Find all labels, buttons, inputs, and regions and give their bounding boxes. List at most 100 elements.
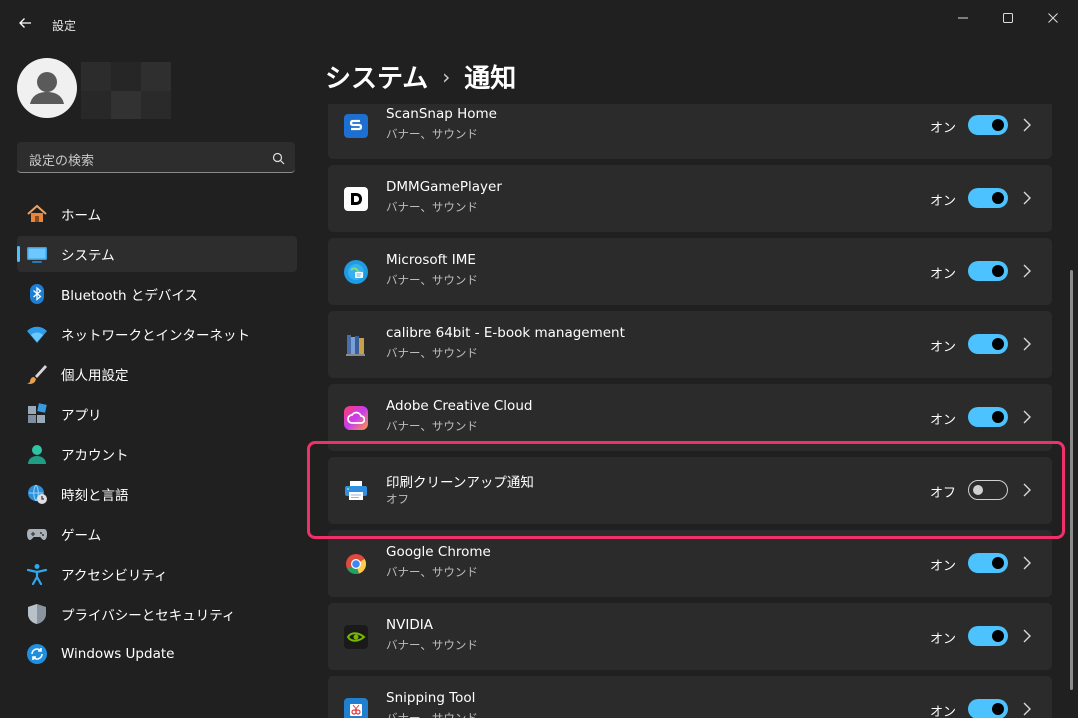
sidebar-item-label: Bluetooth とデバイス [61,288,198,304]
app-name: Snipping Tool [386,690,476,706]
dmm-icon [344,187,368,211]
toggle-state-label: オン [929,632,956,647]
toggle-state-label: オン [929,705,956,718]
chevron-right-icon[interactable] [1022,263,1032,279]
app-name: ScanSnap Home [386,106,497,122]
chevron-right-icon[interactable] [1022,336,1032,352]
app-row-microsoft-ime[interactable]: Microsoft IME バナー、サウンド オン [328,238,1052,305]
globe-clock-icon [26,483,48,505]
sidebar-item-home[interactable]: ホーム [17,196,297,232]
chevron-right-icon[interactable] [1022,628,1032,644]
creative-cloud-icon [344,406,368,430]
app-notification-types: バナー、サウンド [386,346,478,360]
chevron-right-icon[interactable] [1022,701,1032,717]
breadcrumb-separator: › [442,65,451,89]
app-notification-list: ScanSnap Home バナー、サウンド オン DMMGamePlayer … [328,104,1052,718]
notification-toggle[interactable] [968,407,1008,427]
toggle-state-label: オン [929,267,956,282]
app-row-dmm[interactable]: DMMGamePlayer バナー、サウンド オン [328,165,1052,232]
chevron-right-icon[interactable] [1022,190,1032,206]
sidebar-item-label: アカウント [61,448,129,464]
scansnap-icon [344,114,368,138]
home-icon [26,203,48,225]
notification-toggle[interactable] [968,188,1008,208]
toggle-state-label: オン [929,559,956,574]
maximize-button[interactable] [985,6,1031,30]
system-icon [26,243,48,265]
shield-icon [26,603,48,625]
app-notification-types: バナー、サウンド [386,127,478,141]
chevron-right-icon[interactable] [1022,482,1032,498]
app-row-nvidia[interactable]: NVIDIA バナー、サウンド オン [328,603,1052,670]
sidebar-item-label: アプリ [61,408,102,424]
notification-toggle[interactable] [968,480,1008,500]
app-notification-types: バナー、サウンド [386,419,478,433]
notification-toggle[interactable] [968,334,1008,354]
toggle-state-label: オフ [929,486,956,501]
app-row-calibre[interactable]: calibre 64bit - E-book management バナー、サウ… [328,311,1052,378]
app-name: Google Chrome [386,544,491,560]
close-button[interactable] [1030,6,1076,30]
sidebar-item-personalization[interactable]: 個人用設定 [17,356,297,392]
sidebar-item-time-language[interactable]: 時刻と言語 [17,476,297,512]
app-name: Adobe Creative Cloud [386,398,533,414]
app-row-snipping-tool[interactable]: Snipping Tool バナー、サウンド オン [328,676,1052,718]
sidebar-item-label: プライバシーとセキュリティ [61,608,236,624]
sidebar-item-apps[interactable]: アプリ [17,396,297,432]
sidebar-item-system[interactable]: システム [17,236,297,272]
app-row-google-chrome[interactable]: Google Chrome バナー、サウンド オン [328,530,1052,597]
sidebar-item-network[interactable]: ネットワークとインターネット [17,316,297,352]
toggle-state-label: オン [929,413,956,428]
sidebar-item-bluetooth[interactable]: Bluetooth とデバイス [17,276,297,312]
app-name: NVIDIA [386,617,433,633]
apps-icon [26,403,48,425]
sidebar-item-accessibility[interactable]: アクセシビリティ [17,556,297,592]
notification-toggle[interactable] [968,553,1008,573]
window-title: 設定 [52,19,77,33]
wifi-icon [26,323,48,345]
search-icon [272,150,285,169]
sidebar-item-label: 時刻と言語 [61,488,129,504]
toggle-state-label: オン [929,121,956,136]
app-row-adobe-creative-cloud[interactable]: Adobe Creative Cloud バナー、サウンド オン [328,384,1052,451]
notification-toggle[interactable] [968,626,1008,646]
notification-toggle[interactable] [968,699,1008,718]
toggle-state-label: オン [929,340,956,355]
user-avatar-icon [30,72,64,104]
breadcrumb-parent[interactable]: システム [325,64,428,94]
sidebar-nav: ホーム システム Bluetooth とデバイス ネットワークとインターネット … [17,196,297,676]
breadcrumb: システム › 通知 [325,58,516,95]
chrome-icon [344,552,368,576]
gamepad-icon [26,523,48,545]
sidebar-item-windows-update[interactable]: Windows Update [17,636,297,672]
accessibility-icon [26,563,48,585]
profile-name-redacted [81,62,171,119]
app-row-scansnap[interactable]: ScanSnap Home バナー、サウンド オン [328,104,1052,159]
sidebar-item-label: ネットワークとインターネット [61,328,250,344]
page-title: 通知 [464,64,517,94]
search-input[interactable]: 設定の検索 [17,142,295,173]
scrollbar[interactable] [1070,270,1073,690]
notification-toggle[interactable] [968,261,1008,281]
sidebar-item-accounts[interactable]: アカウント [17,436,297,472]
search-placeholder: 設定の検索 [29,154,95,169]
sidebar-item-gaming[interactable]: ゲーム [17,516,297,552]
sidebar-item-label: システム [61,248,115,264]
app-notification-types: オフ [386,492,409,506]
chevron-right-icon[interactable] [1022,555,1032,571]
nvidia-icon [344,625,368,649]
chevron-right-icon[interactable] [1022,117,1032,133]
app-name: DMMGamePlayer [386,179,502,195]
sidebar-item-privacy[interactable]: プライバシーとセキュリティ [17,596,297,632]
app-row-print-cleanup[interactable]: 印刷クリーンアップ通知 オフ オフ [328,457,1052,524]
notification-toggle[interactable] [968,115,1008,135]
minimize-button[interactable] [940,6,986,30]
chevron-right-icon[interactable] [1022,409,1032,425]
snipping-tool-icon [344,698,368,718]
avatar[interactable] [17,58,77,118]
app-name: 印刷クリーンアップ通知 [386,475,534,491]
back-arrow-icon[interactable] [14,14,36,36]
sidebar-item-label: ゲーム [61,528,102,544]
printer-icon [344,479,368,503]
calibre-icon [344,333,368,357]
